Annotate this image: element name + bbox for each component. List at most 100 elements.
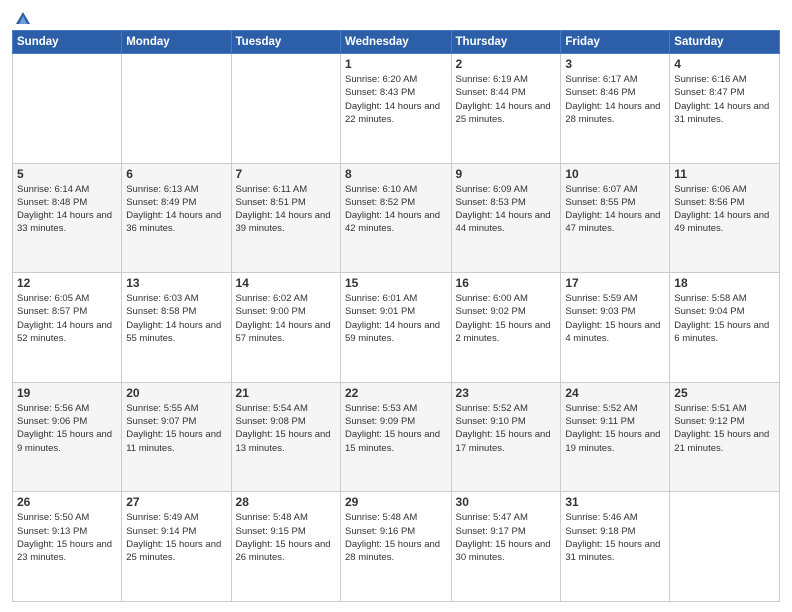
day-info: Sunrise: 5:47 AM Sunset: 9:17 PM Dayligh… bbox=[456, 511, 557, 564]
week-row-2: 5 Sunrise: 6:14 AM Sunset: 8:48 PM Daylig… bbox=[13, 163, 780, 273]
day-cell: 18Sunrise: 5:58 AM Sunset: 9:04 PM Dayli… bbox=[670, 273, 780, 383]
day-cell: 2 Sunrise: 6:19 AM Sunset: 8:44 PM Daylig… bbox=[451, 54, 561, 164]
day-cell: 21 Sunrise: 5:54 AM Sunset: 9:08 PM Dayli… bbox=[231, 382, 340, 492]
day-number: 15 bbox=[345, 276, 447, 290]
day-number: 30 bbox=[456, 495, 557, 509]
day-cell: 4 Sunrise: 6:16 AM Sunset: 8:47 PM Daylig… bbox=[670, 54, 780, 164]
day-cell: 6 Sunrise: 6:13 AM Sunset: 8:49 PM Daylig… bbox=[122, 163, 231, 273]
day-info: Sunrise: 6:11 AM Sunset: 8:51 PM Dayligh… bbox=[236, 183, 336, 236]
page: SundayMondayTuesdayWednesdayThursdayFrid… bbox=[0, 0, 792, 612]
day-info: Sunrise: 6:10 AM Sunset: 8:52 PM Dayligh… bbox=[345, 183, 447, 236]
weekday-header-tuesday: Tuesday bbox=[231, 31, 340, 54]
day-number: 24 bbox=[565, 386, 665, 400]
day-number: 23 bbox=[456, 386, 557, 400]
day-cell: 23 Sunrise: 5:52 AM Sunset: 9:10 PM Dayli… bbox=[451, 382, 561, 492]
day-number: 13 bbox=[126, 276, 226, 290]
day-number: 9 bbox=[456, 167, 557, 181]
day-cell: 20Sunrise: 5:55 AM Sunset: 9:07 PM Dayli… bbox=[122, 382, 231, 492]
day-info: Sunrise: 6:14 AM Sunset: 8:48 PM Dayligh… bbox=[17, 183, 117, 236]
day-info: Sunrise: 6:01 AM Sunset: 9:01 PM Dayligh… bbox=[345, 292, 447, 345]
day-number: 29 bbox=[345, 495, 447, 509]
day-cell: 27 Sunrise: 5:49 AM Sunset: 9:14 PM Dayli… bbox=[122, 492, 231, 602]
day-cell: 25 Sunrise: 5:51 AM Sunset: 9:12 PM Dayli… bbox=[670, 382, 780, 492]
day-cell: 22 Sunrise: 5:53 AM Sunset: 9:09 PM Dayli… bbox=[340, 382, 451, 492]
day-info: Sunrise: 5:59 AM Sunset: 9:03 PM Dayligh… bbox=[565, 292, 665, 345]
day-number: 1 bbox=[345, 57, 447, 71]
day-cell: 31 Sunrise: 5:46 AM Sunset: 9:18 PM Dayli… bbox=[561, 492, 670, 602]
day-cell: 30 Sunrise: 5:47 AM Sunset: 9:17 PM Dayli… bbox=[451, 492, 561, 602]
day-cell bbox=[231, 54, 340, 164]
day-info: Sunrise: 6:19 AM Sunset: 8:44 PM Dayligh… bbox=[456, 73, 557, 126]
day-info: Sunrise: 5:54 AM Sunset: 9:08 PM Dayligh… bbox=[236, 402, 336, 455]
day-number: 8 bbox=[345, 167, 447, 181]
day-number: 16 bbox=[456, 276, 557, 290]
day-cell: 17 Sunrise: 5:59 AM Sunset: 9:03 PM Dayli… bbox=[561, 273, 670, 383]
day-info: Sunrise: 6:06 AM Sunset: 8:56 PM Dayligh… bbox=[674, 183, 775, 236]
day-info: Sunrise: 5:53 AM Sunset: 9:09 PM Dayligh… bbox=[345, 402, 447, 455]
day-number: 18 bbox=[674, 276, 775, 290]
day-number: 17 bbox=[565, 276, 665, 290]
logo-icon bbox=[14, 10, 32, 26]
logo bbox=[12, 10, 32, 22]
day-info: Sunrise: 5:52 AM Sunset: 9:11 PM Dayligh… bbox=[565, 402, 665, 455]
day-cell: 24 Sunrise: 5:52 AM Sunset: 9:11 PM Dayli… bbox=[561, 382, 670, 492]
day-cell: 15 Sunrise: 6:01 AM Sunset: 9:01 PM Dayli… bbox=[340, 273, 451, 383]
day-number: 22 bbox=[345, 386, 447, 400]
weekday-header-sunday: Sunday bbox=[13, 31, 122, 54]
day-info: Sunrise: 5:56 AM Sunset: 9:06 PM Dayligh… bbox=[17, 402, 117, 455]
day-number: 5 bbox=[17, 167, 117, 181]
day-number: 2 bbox=[456, 57, 557, 71]
day-number: 4 bbox=[674, 57, 775, 71]
day-cell bbox=[13, 54, 122, 164]
day-info: Sunrise: 5:46 AM Sunset: 9:18 PM Dayligh… bbox=[565, 511, 665, 564]
day-info: Sunrise: 6:17 AM Sunset: 8:46 PM Dayligh… bbox=[565, 73, 665, 126]
day-cell: 26 Sunrise: 5:50 AM Sunset: 9:13 PM Dayli… bbox=[13, 492, 122, 602]
weekday-header-wednesday: Wednesday bbox=[340, 31, 451, 54]
day-number: 19 bbox=[17, 386, 117, 400]
day-cell: 29 Sunrise: 5:48 AM Sunset: 9:16 PM Dayli… bbox=[340, 492, 451, 602]
day-cell: 10Sunrise: 6:07 AM Sunset: 8:55 PM Dayli… bbox=[561, 163, 670, 273]
weekday-header-monday: Monday bbox=[122, 31, 231, 54]
day-cell bbox=[670, 492, 780, 602]
day-cell: 16 Sunrise: 6:00 AM Sunset: 9:02 PM Dayli… bbox=[451, 273, 561, 383]
day-info: Sunrise: 5:49 AM Sunset: 9:14 PM Dayligh… bbox=[126, 511, 226, 564]
day-info: Sunrise: 6:02 AM Sunset: 9:00 PM Dayligh… bbox=[236, 292, 336, 345]
day-info: Sunrise: 5:48 AM Sunset: 9:15 PM Dayligh… bbox=[236, 511, 336, 564]
day-cell: 9 Sunrise: 6:09 AM Sunset: 8:53 PM Daylig… bbox=[451, 163, 561, 273]
weekday-header-thursday: Thursday bbox=[451, 31, 561, 54]
calendar-table: SundayMondayTuesdayWednesdayThursdayFrid… bbox=[12, 30, 780, 602]
day-info: Sunrise: 6:13 AM Sunset: 8:49 PM Dayligh… bbox=[126, 183, 226, 236]
day-number: 10 bbox=[565, 167, 665, 181]
weekday-header-friday: Friday bbox=[561, 31, 670, 54]
day-info: Sunrise: 5:55 AM Sunset: 9:07 PM Dayligh… bbox=[126, 402, 226, 455]
day-info: Sunrise: 5:52 AM Sunset: 9:10 PM Dayligh… bbox=[456, 402, 557, 455]
day-info: Sunrise: 6:09 AM Sunset: 8:53 PM Dayligh… bbox=[456, 183, 557, 236]
day-number: 6 bbox=[126, 167, 226, 181]
day-number: 25 bbox=[674, 386, 775, 400]
day-cell: 28 Sunrise: 5:48 AM Sunset: 9:15 PM Dayli… bbox=[231, 492, 340, 602]
day-info: Sunrise: 5:51 AM Sunset: 9:12 PM Dayligh… bbox=[674, 402, 775, 455]
day-cell: 13Sunrise: 6:03 AM Sunset: 8:58 PM Dayli… bbox=[122, 273, 231, 383]
day-info: Sunrise: 6:05 AM Sunset: 8:57 PM Dayligh… bbox=[17, 292, 117, 345]
day-number: 3 bbox=[565, 57, 665, 71]
day-number: 26 bbox=[17, 495, 117, 509]
day-info: Sunrise: 5:50 AM Sunset: 9:13 PM Dayligh… bbox=[17, 511, 117, 564]
day-cell: 3 Sunrise: 6:17 AM Sunset: 8:46 PM Daylig… bbox=[561, 54, 670, 164]
day-cell: 7 Sunrise: 6:11 AM Sunset: 8:51 PM Daylig… bbox=[231, 163, 340, 273]
day-number: 27 bbox=[126, 495, 226, 509]
day-number: 21 bbox=[236, 386, 336, 400]
day-cell: 1Sunrise: 6:20 AM Sunset: 8:43 PM Daylig… bbox=[340, 54, 451, 164]
day-info: Sunrise: 6:00 AM Sunset: 9:02 PM Dayligh… bbox=[456, 292, 557, 345]
day-cell: 8 Sunrise: 6:10 AM Sunset: 8:52 PM Daylig… bbox=[340, 163, 451, 273]
day-info: Sunrise: 5:48 AM Sunset: 9:16 PM Dayligh… bbox=[345, 511, 447, 564]
day-number: 7 bbox=[236, 167, 336, 181]
day-cell: 5 Sunrise: 6:14 AM Sunset: 8:48 PM Daylig… bbox=[13, 163, 122, 273]
day-cell bbox=[122, 54, 231, 164]
day-cell: 19 Sunrise: 5:56 AM Sunset: 9:06 PM Dayli… bbox=[13, 382, 122, 492]
day-number: 14 bbox=[236, 276, 336, 290]
day-cell: 11Sunrise: 6:06 AM Sunset: 8:56 PM Dayli… bbox=[670, 163, 780, 273]
header bbox=[12, 10, 780, 22]
day-number: 28 bbox=[236, 495, 336, 509]
day-info: Sunrise: 6:16 AM Sunset: 8:47 PM Dayligh… bbox=[674, 73, 775, 126]
day-number: 31 bbox=[565, 495, 665, 509]
